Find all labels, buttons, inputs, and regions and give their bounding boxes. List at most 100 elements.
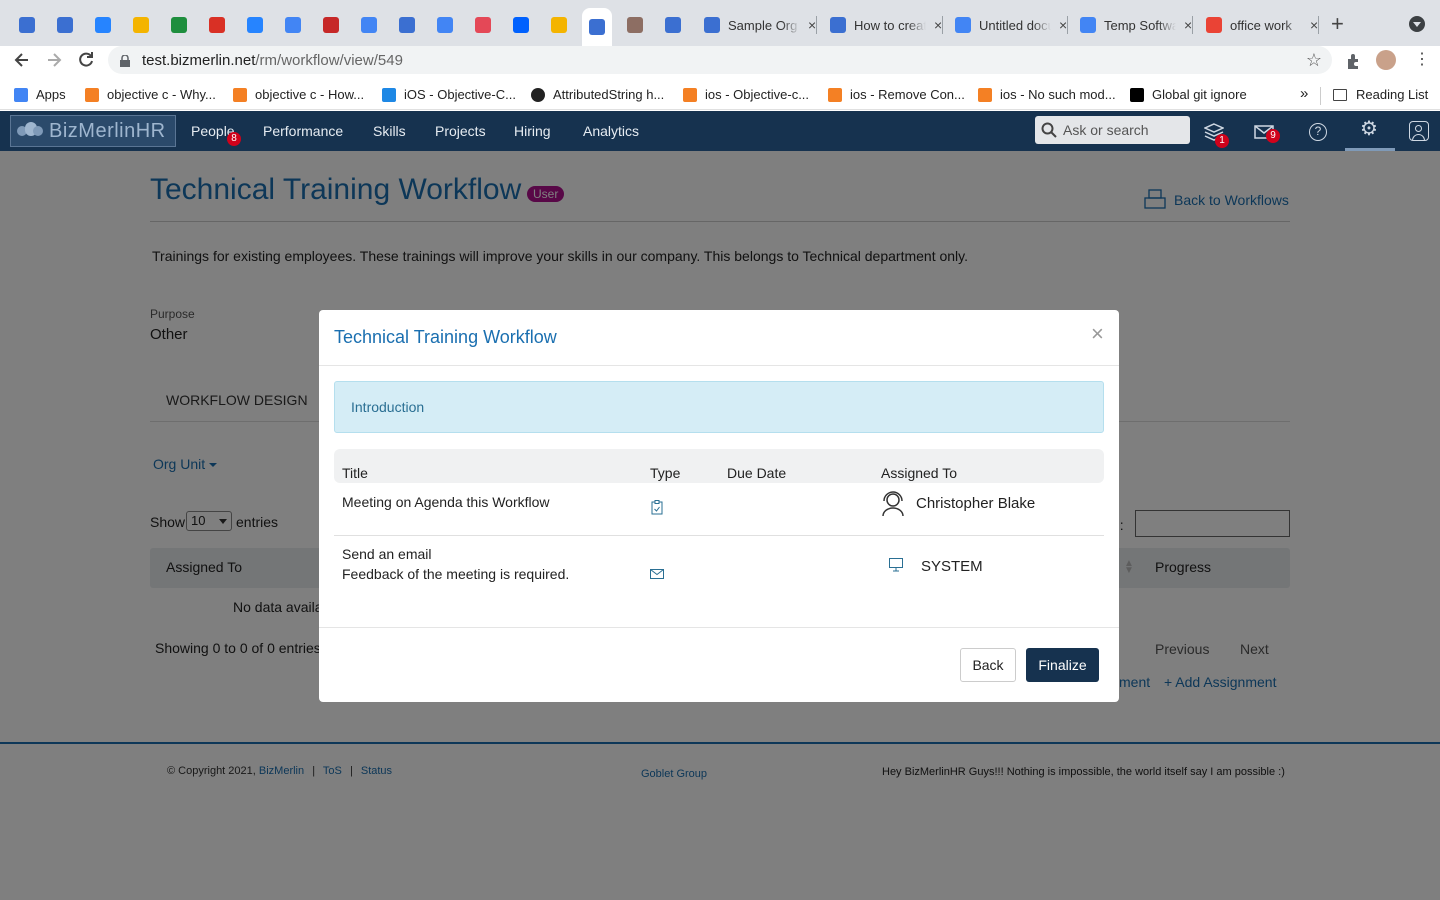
gmail-icon: [209, 17, 225, 33]
global-search-input[interactable]: Ask or search: [1035, 116, 1190, 144]
avatar-icon: [627, 17, 643, 33]
bookmarks-separator: [1320, 87, 1321, 105]
slides-icon: [133, 17, 149, 33]
steps-table-header: [334, 449, 1104, 483]
app-logo[interactable]: BizMerlinHR: [10, 115, 176, 147]
pinned-tab[interactable]: [544, 10, 574, 40]
profile-avatar[interactable]: [1376, 50, 1396, 70]
nav-projects[interactable]: Projects: [435, 123, 486, 139]
stackoverflow-icon: [85, 87, 99, 102]
tab-separator: [942, 16, 943, 34]
extensions-icon[interactable]: [1345, 52, 1363, 70]
help-icon[interactable]: ?: [1309, 123, 1327, 141]
new-tab-button[interactable]: +: [1331, 10, 1344, 38]
pinned-tab[interactable]: [240, 10, 270, 40]
mail-icon[interactable]: 9: [1254, 125, 1280, 143]
pinned-tab[interactable]: [164, 10, 194, 40]
pinned-tab[interactable]: [468, 10, 498, 40]
pinned-tab[interactable]: [354, 10, 384, 40]
star-icon[interactable]: ☆: [1306, 51, 1322, 69]
url-host: test.bizmerlin.net: [142, 51, 256, 69]
col-due-date: Due Date: [727, 465, 787, 481]
col-assigned: Assigned To: [881, 465, 958, 481]
bookmark-label: Apps: [36, 87, 66, 102]
tab-close-icon[interactable]: ×: [934, 17, 942, 33]
docs-icon: [437, 17, 453, 33]
kotlin-icon: [475, 17, 491, 33]
tab-close-icon[interactable]: ×: [1184, 17, 1192, 33]
browser-menu-icon[interactable]: ⋮: [1414, 52, 1430, 68]
browser-tab[interactable]: Untitled document ×: [947, 10, 1067, 40]
reading-list-button[interactable]: Reading List: [1333, 87, 1428, 102]
bookmark-label: iOS - Objective-C...: [404, 87, 516, 102]
tab-title: Untitled document: [979, 17, 1051, 33]
bookmark-item[interactable]: Global git ignore: [1130, 87, 1247, 102]
bizmerlin-icon: [830, 17, 846, 33]
pinned-tab[interactable]: [202, 10, 232, 40]
nav-label: Skills: [373, 123, 406, 139]
bookmark-item[interactable]: ios - No such mod...: [978, 87, 1116, 102]
pinned-tab[interactable]: [620, 10, 650, 40]
bizmerlin-icon: [57, 17, 73, 33]
docs-icon: [955, 17, 971, 33]
search-placeholder: Ask or search: [1063, 122, 1149, 138]
inbox-stack-icon[interactable]: 1: [1203, 123, 1229, 148]
bookmark-item[interactable]: ios - Remove Con...: [828, 87, 965, 102]
browser-tab[interactable]: How to create ×: [822, 10, 942, 40]
bookmark-label: ios - No such mod...: [1000, 87, 1116, 102]
address-bar[interactable]: test.bizmerlin.net/rm/workflow/view/549 …: [108, 46, 1332, 74]
tab-search-icon[interactable]: [1409, 16, 1425, 32]
nav-hiring[interactable]: Hiring: [514, 123, 551, 139]
pinned-tab[interactable]: [582, 8, 612, 46]
bookmarks-bar: Apps objective c - Why... objective c - Ho…: [0, 82, 1440, 110]
pinned-tab[interactable]: [506, 10, 536, 40]
reload-icon[interactable]: [76, 50, 96, 70]
tab-title: office work: [1230, 17, 1292, 33]
clipboard-icon: [651, 500, 663, 515]
forward-arrow-icon[interactable]: [44, 50, 64, 70]
bookmark-item[interactable]: Apps: [14, 87, 66, 102]
finalize-button[interactable]: Finalize: [1026, 648, 1099, 682]
user-profile-icon[interactable]: [1409, 121, 1429, 141]
bookmark-item[interactable]: objective c - How...: [233, 87, 364, 102]
settings-tab[interactable]: ⚙: [1345, 111, 1395, 151]
nav-skills[interactable]: Skills: [373, 123, 406, 139]
pinned-tab[interactable]: [278, 10, 308, 40]
browser-tab[interactable]: office work ×: [1198, 10, 1318, 40]
back-arrow-icon[interactable]: [12, 50, 32, 70]
nav-people[interactable]: People 8: [191, 123, 241, 146]
pinned-tab[interactable]: [658, 10, 688, 40]
bookmarks-more-button[interactable]: »: [1300, 85, 1308, 102]
pinned-tab[interactable]: [12, 10, 42, 40]
docs-icon: [1080, 17, 1096, 33]
stackoverflow-icon: [978, 87, 992, 102]
modal-close-button[interactable]: ×: [1091, 323, 1104, 345]
browser-tab[interactable]: Sample Org ×: [696, 10, 816, 40]
pinned-tab[interactable]: [316, 10, 346, 40]
tab-close-icon[interactable]: ×: [808, 17, 816, 33]
bookmark-item[interactable]: iOS - Objective-C...: [382, 87, 516, 102]
monitor-icon: [889, 558, 903, 572]
nav-label: Hiring: [514, 123, 551, 139]
bookmark-item[interactable]: AttributedString h...: [531, 87, 664, 102]
bitbucket-icon: [247, 17, 263, 33]
bookmark-label: Global git ignore: [1152, 87, 1247, 102]
pinned-tab[interactable]: [50, 10, 80, 40]
browser-tab[interactable]: Temp Software ×: [1072, 10, 1192, 40]
bizmerlin-icon: [399, 17, 415, 33]
bookmark-label: AttributedString h...: [553, 87, 665, 102]
stackoverflow-icon: [683, 87, 697, 102]
back-button[interactable]: Back: [960, 648, 1016, 682]
bookmark-item[interactable]: objective c - Why...: [85, 87, 216, 102]
tab-close-icon[interactable]: ×: [1059, 17, 1067, 33]
pinned-tab[interactable]: [392, 10, 422, 40]
pinned-tab[interactable]: [430, 10, 460, 40]
bookmark-item[interactable]: ios - Objective-c...: [683, 87, 809, 102]
pinned-tab[interactable]: [126, 10, 156, 40]
modal-header-divider: [319, 365, 1119, 366]
nav-performance[interactable]: Performance: [263, 123, 343, 139]
tab-close-icon[interactable]: ×: [1310, 17, 1318, 33]
reading-list-icon: [1333, 88, 1347, 101]
pinned-tab[interactable]: [88, 10, 118, 40]
nav-analytics[interactable]: Analytics: [583, 123, 639, 139]
